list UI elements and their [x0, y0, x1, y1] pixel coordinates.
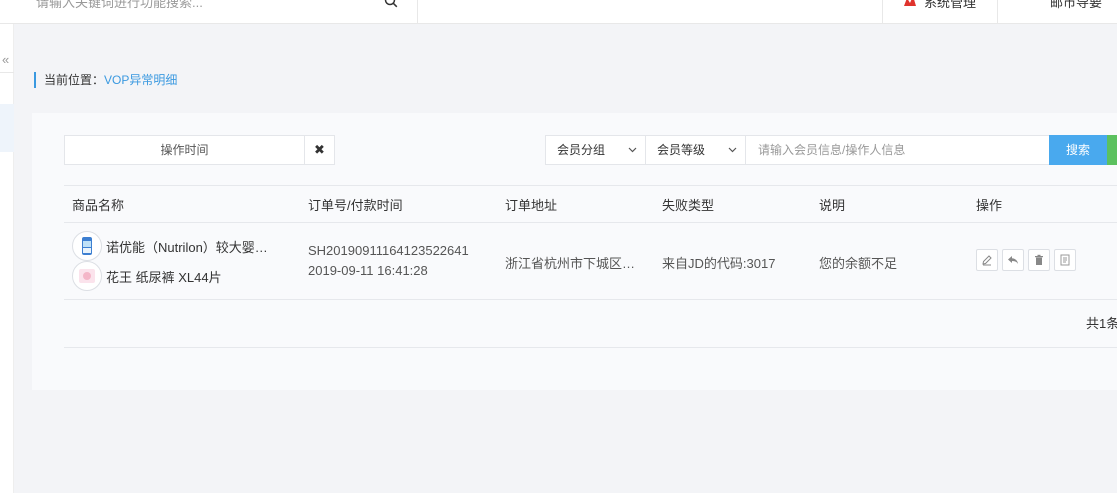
table-divider	[64, 222, 1117, 223]
breadcrumb: 当前位置：VOP异常明细	[34, 72, 177, 88]
note: 您的余额不足	[819, 256, 898, 271]
member-group-value: 会员分组	[557, 143, 606, 157]
product-name[interactable]: 花王 纸尿裤 XL44片	[106, 267, 222, 286]
order-address: 浙江省杭州市下城区…	[505, 256, 636, 271]
total-count: 共1条	[1086, 316, 1117, 331]
collapse-sidebar-icon[interactable]: «	[2, 52, 9, 67]
edit-button[interactable]	[976, 249, 998, 271]
system-management-link[interactable]: 系统管理	[924, 0, 976, 11]
system-settings-icon[interactable]	[903, 0, 917, 6]
product-thumbnail[interactable]	[72, 261, 102, 291]
column-header-address: 订单地址	[505, 198, 558, 213]
reply-button[interactable]	[1002, 249, 1024, 271]
product-thumbnail[interactable]	[72, 231, 102, 261]
breadcrumb-label: 当前位置：	[44, 73, 105, 87]
header-divider	[417, 0, 418, 24]
header-divider	[997, 0, 998, 24]
keyword-search-input[interactable]: 请输入会员信息/操作人信息	[745, 135, 1050, 165]
column-header-actions: 操作	[976, 198, 1003, 213]
detail-button[interactable]	[1054, 249, 1076, 271]
chevron-down-icon	[728, 136, 737, 176]
fail-type: 来自JD的代码:3017	[662, 256, 776, 271]
breadcrumb-current[interactable]: VOP异常明细	[104, 73, 177, 87]
column-header-fail-type: 失败类型	[662, 198, 715, 213]
chevron-down-icon	[628, 136, 637, 176]
column-header-product: 商品名称	[72, 198, 125, 213]
product-name[interactable]: 诺优能（Nutrilon）较大婴…	[106, 237, 268, 256]
sidebar-active-item[interactable]	[0, 104, 14, 152]
column-header-note: 说明	[819, 198, 846, 213]
header-divider	[882, 0, 883, 24]
reply-icon	[1008, 256, 1018, 264]
sidebar: «	[0, 24, 14, 493]
member-level-select[interactable]: 会员等级	[645, 135, 746, 165]
main-panel: 操作时间 ✖ 会员分组 会员等级 请输入会员信息/操作人信息 搜索 商品名称 订…	[32, 113, 1117, 390]
table-divider	[64, 299, 1117, 300]
export-button[interactable]	[1107, 135, 1117, 165]
top-header: 请输入关键词进行功能搜索... 系统管理 邮市导要	[0, 0, 1117, 24]
user-menu[interactable]: 邮市导要	[1050, 0, 1102, 11]
global-search-input[interactable]: 请输入关键词进行功能搜索...	[36, 0, 203, 11]
search-icon[interactable]	[384, 0, 398, 8]
clear-date-button[interactable]: ✖	[304, 135, 335, 165]
member-level-value: 会员等级	[657, 143, 706, 157]
operation-time-picker[interactable]: 操作时间	[64, 135, 305, 165]
column-header-order: 订单号/付款时间	[308, 198, 403, 213]
search-button[interactable]: 搜索	[1049, 135, 1107, 165]
trash-icon	[1035, 254, 1043, 265]
edit-icon	[982, 255, 992, 266]
member-group-select[interactable]: 会员分组	[545, 135, 646, 165]
document-icon	[1060, 254, 1070, 266]
table-divider	[64, 185, 1117, 186]
pay-time: 2019-09-11 16:41:28	[308, 263, 428, 278]
order-number: SH20190911164123522641	[308, 243, 469, 258]
sidebar-divider	[0, 72, 14, 73]
delete-button[interactable]	[1028, 249, 1050, 271]
table-divider	[64, 347, 1117, 348]
